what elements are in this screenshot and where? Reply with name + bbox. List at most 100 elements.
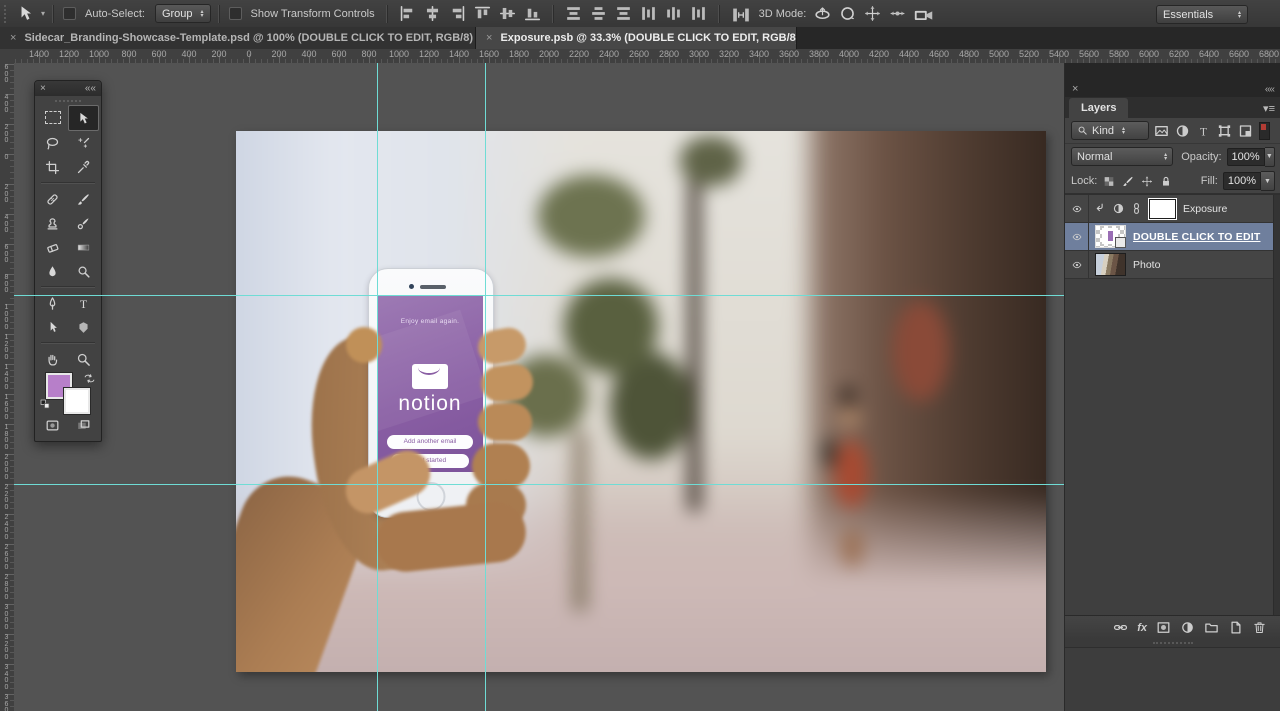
- layer-row-photo[interactable]: Photo: [1065, 251, 1280, 279]
- align-vertical-centers-icon[interactable]: [498, 4, 517, 23]
- panel-menu-icon[interactable]: ▾≡: [1263, 102, 1275, 115]
- new-group-icon[interactable]: [1204, 620, 1219, 635]
- distribute-bottom-edges-icon[interactable]: [614, 4, 633, 23]
- shape-tool[interactable]: [68, 315, 99, 339]
- distribute-spacing-icon[interactable]: [730, 4, 752, 23]
- swap-colors-icon[interactable]: [83, 372, 96, 385]
- visibility-toggle[interactable]: [1065, 251, 1089, 278]
- hand-tool[interactable]: [37, 347, 68, 371]
- canvas-image[interactable]: Enjoy email again. notion Add another em…: [236, 131, 1046, 672]
- align-top-edges-icon[interactable]: [473, 4, 492, 23]
- tools-palette-grip[interactable]: [35, 96, 101, 105]
- tab-sidecar-branding[interactable]: × Sidecar_Branding-Showcase-Template.psd…: [0, 27, 476, 49]
- horizontal-guide[interactable]: [14, 484, 1064, 485]
- panel-grip[interactable]: [1065, 639, 1280, 648]
- eyedropper-tool[interactable]: [68, 155, 99, 179]
- align-bottom-edges-icon[interactable]: [523, 4, 542, 23]
- path-selection-tool[interactable]: [37, 315, 68, 339]
- close-palette-icon[interactable]: ×: [40, 83, 46, 94]
- distribute-vertical-centers-icon[interactable]: [589, 4, 608, 23]
- history-brush-tool[interactable]: [68, 211, 99, 235]
- lock-transparency-icon[interactable]: [1102, 175, 1116, 188]
- blur-tool[interactable]: [37, 259, 68, 283]
- horizontal-ruler[interactable]: 1400120010008006004002000200400600800100…: [14, 49, 1280, 64]
- new-layer-icon[interactable]: [1228, 620, 1243, 635]
- auto-select-dropdown[interactable]: Group ▴▾: [155, 4, 211, 23]
- smart-object-thumbnail[interactable]: [1095, 225, 1126, 248]
- layer-name[interactable]: DOUBLE CLICK TO EDIT: [1133, 231, 1260, 243]
- scrollbar-track[interactable]: [1273, 195, 1280, 615]
- opacity-dropdown-icon[interactable]: ▼: [1265, 147, 1275, 167]
- filter-shape-layers-icon[interactable]: [1216, 123, 1233, 139]
- layer-filtering-toggle[interactable]: [1259, 122, 1270, 140]
- document-area[interactable]: Enjoy email again. notion Add another em…: [14, 63, 1064, 711]
- blend-mode-dropdown[interactable]: Normal ▴▾: [1071, 147, 1173, 166]
- move-tool-icon[interactable]: [16, 4, 35, 23]
- move-tool[interactable]: [68, 105, 99, 131]
- layer-name[interactable]: Exposure: [1183, 203, 1227, 215]
- ruler-corner[interactable]: [0, 49, 15, 64]
- quick-mask-tool[interactable]: [37, 413, 68, 437]
- workspace-dropdown[interactable]: Essentials ▴▾: [1156, 5, 1248, 24]
- filter-pixel-layers-icon[interactable]: [1153, 123, 1170, 139]
- horizontal-guide[interactable]: [14, 295, 1064, 296]
- tool-preset-caret-icon[interactable]: ▾: [41, 9, 45, 18]
- clone-stamp-tool[interactable]: [37, 211, 68, 235]
- layer-mask-thumbnail[interactable]: [1149, 199, 1176, 219]
- vertical-ruler[interactable]: 6 0 04 0 02 0 002 0 04 0 06 0 08 0 01 0 …: [0, 63, 15, 711]
- add-layer-mask-icon[interactable]: [1156, 620, 1171, 635]
- lock-position-icon[interactable]: [1140, 175, 1154, 188]
- dodge-tool[interactable]: [68, 259, 99, 283]
- layers-panel-tab[interactable]: Layers: [1069, 98, 1128, 118]
- distribute-top-edges-icon[interactable]: [564, 4, 583, 23]
- default-colors-icon[interactable]: [39, 398, 51, 410]
- background-color-swatch[interactable]: [64, 388, 90, 414]
- close-tab-icon[interactable]: ×: [486, 32, 492, 44]
- screen-mode-tool[interactable]: [68, 413, 99, 437]
- lock-all-icon[interactable]: [1159, 175, 1173, 188]
- fill-dropdown-icon[interactable]: ▼: [1261, 171, 1275, 191]
- auto-select-checkbox[interactable]: [63, 7, 76, 20]
- filter-type-layers-icon[interactable]: T: [1195, 123, 1212, 139]
- collapse-panel-icon[interactable]: ««: [1265, 84, 1274, 95]
- close-tab-icon[interactable]: ×: [10, 32, 16, 44]
- distribute-right-edges-icon[interactable]: [689, 4, 708, 23]
- lock-image-icon[interactable]: [1121, 175, 1135, 188]
- zoom-tool[interactable]: [68, 347, 99, 371]
- align-right-edges-icon[interactable]: [448, 4, 467, 23]
- close-panel-icon[interactable]: ×: [1072, 83, 1078, 95]
- show-transform-checkbox[interactable]: [229, 7, 242, 20]
- filter-adjustment-layers-icon[interactable]: [1174, 123, 1191, 139]
- gradient-tool[interactable]: [68, 235, 99, 259]
- distribute-left-edges-icon[interactable]: [639, 4, 658, 23]
- lasso-tool[interactable]: [37, 131, 68, 155]
- filter-kind-dropdown[interactable]: Kind ▴▾: [1071, 121, 1149, 140]
- new-adjustment-layer-icon[interactable]: [1180, 620, 1195, 635]
- vertical-guide[interactable]: [485, 63, 486, 711]
- spot-healing-brush-tool[interactable]: [37, 187, 68, 211]
- opacity-value[interactable]: 100%: [1227, 148, 1265, 166]
- visibility-toggle[interactable]: [1065, 195, 1089, 222]
- align-left-edges-icon[interactable]: [398, 4, 417, 23]
- align-horizontal-centers-icon[interactable]: [423, 4, 442, 23]
- layer-row-double-click-to-edit[interactable]: DOUBLE CLICK TO EDIT: [1065, 223, 1280, 251]
- rectangular-marquee-tool[interactable]: [37, 105, 68, 129]
- layer-styles-icon[interactable]: fx: [1137, 622, 1147, 634]
- 3d-roll-icon[interactable]: [838, 4, 857, 23]
- delete-layer-icon[interactable]: [1252, 620, 1267, 635]
- collapse-palette-icon[interactable]: ««: [85, 83, 96, 94]
- layer-name[interactable]: Photo: [1133, 259, 1160, 271]
- layer-row-exposure[interactable]: Exposure: [1065, 195, 1280, 223]
- brush-tool[interactable]: [68, 187, 99, 211]
- distribute-horizontal-centers-icon[interactable]: [664, 4, 683, 23]
- tools-palette-header[interactable]: × ««: [35, 81, 101, 96]
- link-layers-icon[interactable]: [1113, 620, 1128, 635]
- layer-thumbnail[interactable]: [1095, 253, 1126, 276]
- 3d-drag-icon[interactable]: [863, 4, 882, 23]
- tab-exposure[interactable]: × Exposure.psb @ 33.3% (DOUBLE CLICK TO …: [476, 27, 797, 49]
- 3d-rotate-icon[interactable]: [813, 4, 832, 23]
- crop-tool[interactable]: [37, 155, 68, 179]
- fill-value[interactable]: 100%: [1223, 172, 1261, 190]
- 3d-slide-icon[interactable]: [888, 4, 907, 23]
- vertical-guide[interactable]: [377, 63, 378, 711]
